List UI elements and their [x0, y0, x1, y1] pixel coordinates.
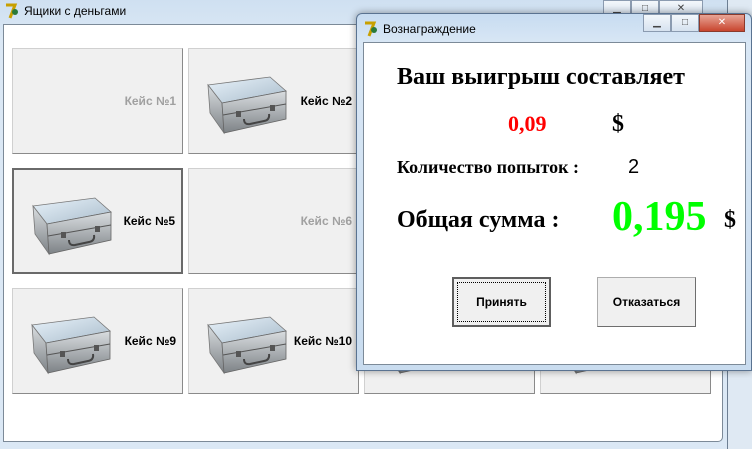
case-button-9[interactable]: Кейс №9: [12, 288, 183, 394]
minimize-button[interactable]: ▁: [643, 14, 671, 32]
win-heading: Ваш выигрыш составляет: [397, 64, 685, 90]
dialog-title-bar: Вознаграждение: [363, 21, 476, 37]
total-label: Общая сумма :: [397, 207, 560, 233]
decline-button[interactable]: Отказаться: [597, 277, 696, 327]
attempts-value: 2: [628, 156, 640, 178]
case-label: Кейс №2: [300, 94, 352, 108]
briefcase-icon: [199, 311, 291, 381]
case-button-10[interactable]: Кейс №10: [188, 288, 359, 394]
total-value: 0,195: [612, 194, 707, 240]
case-button-2[interactable]: Кейс №2: [188, 48, 359, 154]
case-button-1[interactable]: Кейс №1: [12, 48, 183, 154]
dialog-content: Ваш выигрыш составляет 0,09 $ Количество…: [363, 42, 746, 365]
delphi-icon: [363, 21, 379, 37]
close-button[interactable]: ✕: [699, 14, 745, 32]
case-label: Кейс №1: [124, 94, 176, 108]
win-amount: 0,09: [508, 111, 547, 136]
dialog-controls: ▁ □ ✕: [643, 14, 745, 32]
attempts-label: Количество попыток :: [397, 157, 579, 177]
case-button-5[interactable]: Кейс №5: [12, 168, 183, 274]
main-window-title-bar: Ящики с деньгами: [4, 3, 126, 19]
briefcase-icon: [24, 192, 116, 262]
case-label: Кейс №10: [293, 334, 352, 348]
case-label: Кейс №9: [124, 334, 176, 348]
delphi-icon: [4, 3, 20, 19]
total-currency: $: [724, 207, 736, 233]
win-currency: $: [612, 111, 624, 137]
briefcase-icon: [199, 71, 291, 141]
maximize-button[interactable]: □: [671, 14, 699, 32]
main-window-title: Ящики с деньгами: [24, 4, 127, 18]
briefcase-icon: [23, 311, 115, 381]
accept-button[interactable]: Принять: [452, 277, 551, 327]
case-button-6[interactable]: Кейс №6: [188, 168, 359, 274]
case-label: Кейс №5: [123, 214, 175, 228]
case-label: Кейс №6: [300, 214, 352, 228]
reward-dialog: Вознаграждение ▁ □ ✕ Ваш выигрыш составл…: [356, 13, 752, 371]
dialog-title: Вознаграждение: [383, 22, 476, 36]
